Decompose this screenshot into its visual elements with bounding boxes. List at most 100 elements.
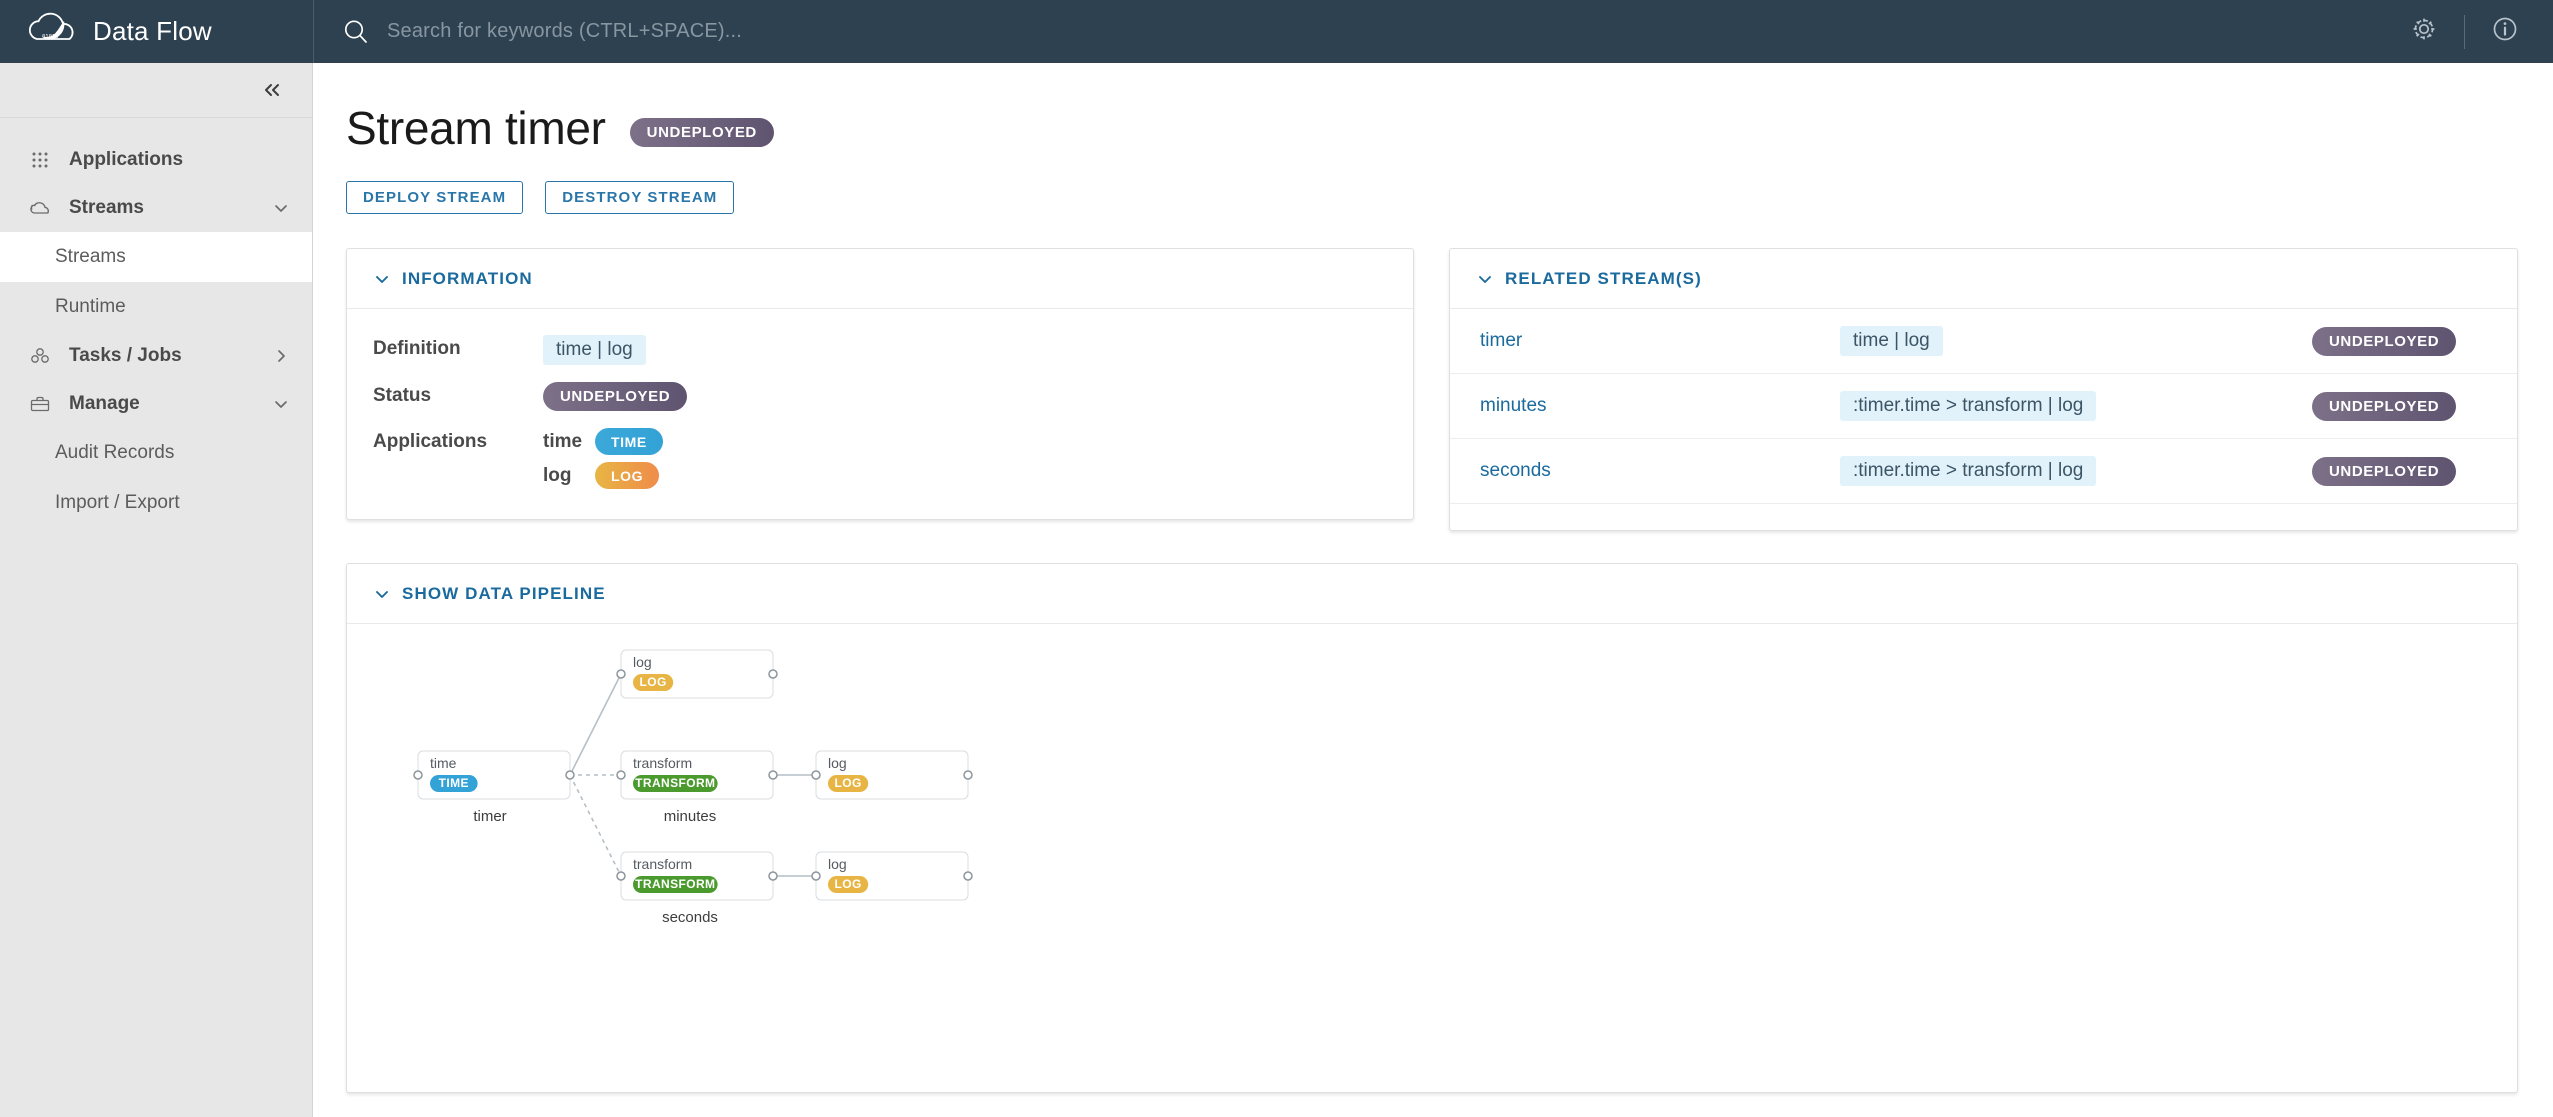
pipeline-group-label: minutes <box>664 808 717 825</box>
pipeline-node-output-port[interactable] <box>768 871 778 881</box>
settings-button[interactable] <box>2398 0 2450 63</box>
table-row[interactable]: seconds :timer.time > transform | log UN… <box>1450 439 2517 504</box>
pipeline-node-name: transform <box>633 755 692 771</box>
pipeline-node-output-port[interactable] <box>565 770 575 780</box>
sidebar-collapse-button[interactable] <box>0 63 312 118</box>
search-bar[interactable] <box>314 0 2398 63</box>
status-badge: UNDEPLOYED <box>2312 326 2457 356</box>
pipeline-node-input-port[interactable] <box>616 770 626 780</box>
sidebar-subitem-label: Streams <box>55 246 126 267</box>
pipeline-card-header[interactable]: SHOW DATA PIPELINE <box>347 564 2517 624</box>
sidebar-item-streams[interactable]: Streams <box>0 184 312 232</box>
chevron-down-icon <box>373 270 391 288</box>
topbar-action-divider <box>2464 14 2465 49</box>
pipeline-svg: time TIME log LOG transform TRANSFORM log LOG tr… <box>413 649 973 926</box>
chevron-down-icon <box>373 585 391 603</box>
sidebar-subitem-label: Runtime <box>55 296 126 317</box>
related-stream-name[interactable]: seconds <box>1480 460 1840 482</box>
pipeline-node-output-port[interactable] <box>963 871 973 881</box>
pipeline-diagram[interactable]: time TIME log LOG transform TRANSFORM log LOG tr… <box>347 624 2517 1092</box>
sidebar: Applications Streams Streams Runtime Tas… <box>0 63 313 1117</box>
pipeline-node[interactable]: time TIME <box>413 750 575 800</box>
pipeline-node-output-port[interactable] <box>963 770 973 780</box>
sidebar-item-label: Streams <box>69 197 144 218</box>
info-circle-icon <box>2490 14 2520 49</box>
applications-label: Applications <box>373 431 488 452</box>
page-actions: DEPLOY STREAM DESTROY STREAM <box>346 181 2553 214</box>
sidebar-item-label: Applications <box>69 149 184 170</box>
table-row[interactable]: minutes :timer.time > transform | log UN… <box>1450 374 2517 439</box>
application-name: time <box>543 430 583 452</box>
brand-title: Data Flow <box>93 16 212 46</box>
application-type-badge: TIME <box>595 428 663 455</box>
applications-row: Applications time TIME log LOG <box>373 428 1387 489</box>
top-bar: 01010 Data Flow <box>0 0 2553 63</box>
related-stream-definition-cell: :timer.time > transform | log <box>1840 456 2312 486</box>
related-stream-definition: :timer.time > transform | log <box>1840 456 2097 486</box>
cloud-stream-icon <box>27 195 53 221</box>
related-streams-card-header[interactable]: RELATED STREAM(S) <box>1450 249 2517 309</box>
search-input[interactable] <box>385 19 1085 44</box>
related-stream-definition-cell: time | log <box>1840 326 2312 356</box>
status-row: Status UNDEPLOYED <box>373 382 1387 411</box>
briefcase-icon <box>27 391 53 417</box>
svg-text:01010: 01010 <box>42 34 59 40</box>
table-row[interactable]: timer time | log UNDEPLOYED <box>1450 309 2517 374</box>
pipeline-node-output-port[interactable] <box>768 669 778 679</box>
sidebar-subitem-runtime[interactable]: Runtime <box>0 282 312 332</box>
pipeline-node-input-port[interactable] <box>616 669 626 679</box>
about-button[interactable] <box>2479 0 2531 63</box>
pipeline-link <box>569 673 622 776</box>
sidebar-subitem-label: Audit Records <box>55 442 175 463</box>
application-name: log <box>543 464 572 486</box>
pipeline-node-output-port[interactable] <box>768 770 778 780</box>
sidebar-item-label: Tasks / Jobs <box>69 345 182 366</box>
pipeline-node-type-label: LOG <box>639 675 666 689</box>
pipeline-node[interactable]: log LOG <box>811 851 973 901</box>
deploy-stream-button[interactable]: DEPLOY STREAM <box>346 181 524 214</box>
related-stream-status-cell: UNDEPLOYED <box>2312 456 2487 486</box>
pipeline-node[interactable]: transform TRANSFORM <box>616 851 778 901</box>
information-card-header[interactable]: INFORMATION <box>347 249 1413 309</box>
chevron-down-icon <box>272 395 290 413</box>
related-streams-card-footer-space <box>1450 504 2517 530</box>
pipeline-node-type-label: TRANSFORM <box>635 776 715 790</box>
chevron-down-icon <box>272 199 290 217</box>
cards-row: INFORMATION Definition time | log Status… <box>314 214 2553 531</box>
brand[interactable]: 01010 Data Flow <box>0 0 313 63</box>
pipeline-node-input-port[interactable] <box>811 871 821 881</box>
related-stream-definition-cell: :timer.time > transform | log <box>1840 391 2312 421</box>
sidebar-subitem-audit-records[interactable]: Audit Records <box>0 428 312 478</box>
status-badge: UNDEPLOYED <box>629 117 774 147</box>
related-stream-name[interactable]: timer <box>1480 330 1840 352</box>
pipeline-node-type-label: LOG <box>834 877 861 891</box>
sidebar-item-applications[interactable]: Applications <box>0 136 312 184</box>
spring-cloud-leaf-icon: 01010 <box>27 12 79 52</box>
title-row: Stream timer UNDEPLOYED <box>346 101 2553 155</box>
sidebar-item-label: Manage <box>69 393 140 414</box>
pipeline-node[interactable]: transform TRANSFORM <box>616 750 778 800</box>
topbar-actions <box>2398 0 2553 63</box>
destroy-stream-button[interactable]: DESTROY STREAM <box>545 181 735 214</box>
related-streams-card: RELATED STREAM(S) timer time | log UNDEP… <box>1449 248 2518 531</box>
sidebar-item-manage[interactable]: Manage <box>0 380 312 428</box>
information-card-body: Definition time | log Status UNDEPLOYED … <box>347 309 1413 519</box>
page-title: Stream timer <box>346 102 606 154</box>
pipeline-node[interactable]: log LOG <box>616 649 778 699</box>
pipeline-node-input-port[interactable] <box>811 770 821 780</box>
pipeline-node[interactable]: log LOG <box>811 750 973 800</box>
page-header: Stream timer UNDEPLOYED DEPLOY STREAM DE… <box>314 63 2553 214</box>
pipeline-node-name: time <box>430 755 457 771</box>
sidebar-subitem-import-export[interactable]: Import / Export <box>0 478 312 528</box>
pipeline-node-type-label: TIME <box>439 776 469 790</box>
pipeline-nodes: time TIME log LOG transform TRANSFORM log LOG tr… <box>413 649 973 901</box>
related-stream-name[interactable]: minutes <box>1480 395 1840 417</box>
status-badge: UNDEPLOYED <box>2312 391 2457 421</box>
pipeline-node-input-port[interactable] <box>616 871 626 881</box>
sidebar-subitem-streams[interactable]: Streams <box>0 232 312 282</box>
application-item: time TIME <box>543 428 663 455</box>
pipeline-card: SHOW DATA PIPELINE time TIME log LOG transfo… <box>346 563 2518 1093</box>
pipeline-node-input-port[interactable] <box>413 770 423 780</box>
chevron-right-icon <box>272 347 290 365</box>
sidebar-item-tasks-jobs[interactable]: Tasks / Jobs <box>0 332 312 380</box>
